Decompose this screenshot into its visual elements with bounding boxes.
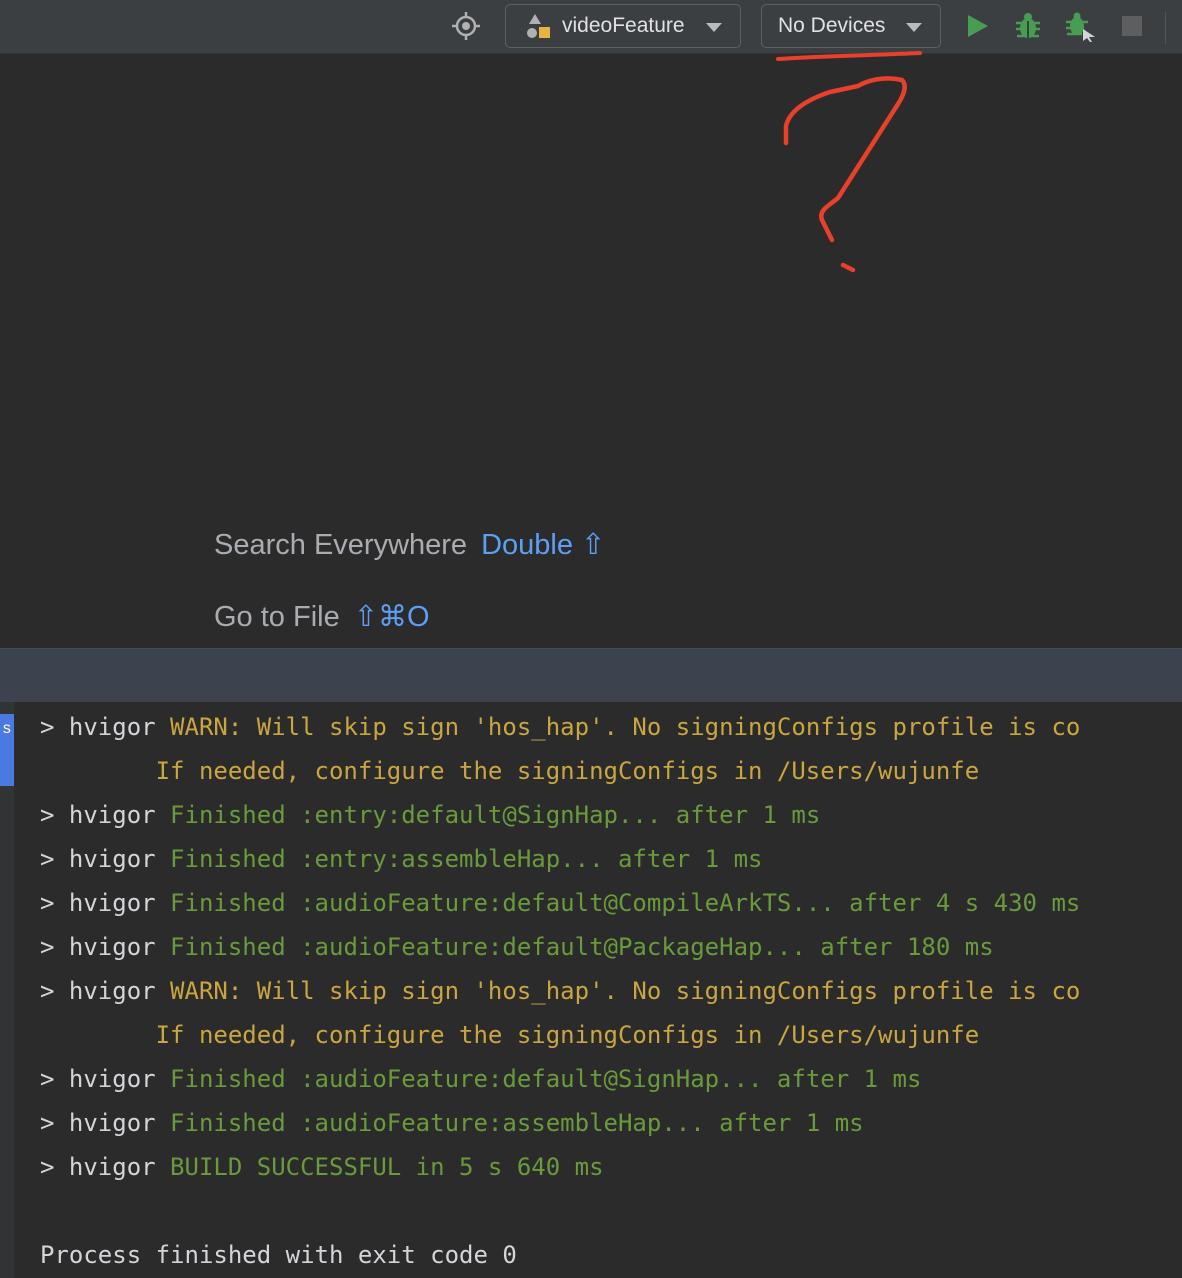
console-line: > hvigor Finished :audioFeature:default@… xyxy=(40,1057,1182,1101)
console-line-text: If needed, configure the signingConfigs … xyxy=(40,1021,980,1049)
console-line: Process finished with exit code 0 xyxy=(40,1233,1182,1277)
console-line: > hvigor Finished :audioFeature:assemble… xyxy=(40,1101,1182,1145)
console-line: > hvigor BUILD SUCCESSFUL in 5 s 640 ms xyxy=(40,1145,1182,1189)
hint-label: Search Everywhere xyxy=(214,529,468,561)
console-line-prefix: > hvigor xyxy=(40,845,171,873)
console-line-prefix: > hvigor xyxy=(40,801,171,829)
run-gutter: s xyxy=(0,702,14,1278)
debug-icon[interactable] xyxy=(1012,10,1044,42)
console-line-text: Finished :audioFeature:default@CompileAr… xyxy=(170,889,1081,917)
console-line-text: Finished :audioFeature:assembleHap... af… xyxy=(170,1109,864,1137)
run-tool-window-header xyxy=(0,648,1182,702)
console-line-text: WARN: Will skip sign 'hos_hap'. No signi… xyxy=(170,977,1081,1005)
console-line-text: If needed, configure the signingConfigs … xyxy=(40,757,980,785)
module-selector-label: videoFeature xyxy=(562,14,685,37)
toolbar-divider xyxy=(1165,12,1166,44)
console-output[interactable]: > hvigor WARN: Will skip sign 'hos_hap'.… xyxy=(40,705,1182,1277)
console-line: > hvigor Finished :audioFeature:default@… xyxy=(40,925,1182,969)
attach-debugger-icon[interactable] xyxy=(1064,10,1096,42)
console-line-prefix: > hvigor xyxy=(40,933,171,961)
module-icon xyxy=(527,14,550,38)
console-line: If needed, configure the signingConfigs … xyxy=(40,749,1182,793)
console-line: > hvigor Finished :entry:default@SignHap… xyxy=(40,793,1182,837)
console-line-text: Finished :entry:default@SignHap... after… xyxy=(170,801,821,829)
console-line: > hvigor WARN: Will skip sign 'hos_hap'.… xyxy=(40,705,1182,749)
console-line-prefix: > hvigor xyxy=(40,889,171,917)
console-line-text: Finished :entry:assembleHap... after 1 m… xyxy=(170,845,763,873)
locate-icon[interactable] xyxy=(450,10,482,42)
editor-empty-area: Search Everywhere Double ⇧ Go to File ⇧⌘O xyxy=(0,54,1182,648)
run-console-panel: s > hvigor WARN: Will skip sign 'hos_hap… xyxy=(0,702,1182,1278)
console-line-prefix: > hvigor xyxy=(40,977,171,1005)
stop-icon[interactable] xyxy=(1116,10,1148,42)
run-icon[interactable] xyxy=(961,10,993,42)
hint-label: Go to File xyxy=(214,601,340,633)
hint-shortcut: Double ⇧ xyxy=(481,529,606,561)
console-line-text: Process finished with exit code 0 xyxy=(40,1241,517,1269)
main-toolbar: videoFeature No Devices xyxy=(0,0,1182,54)
console-line-text: Finished :audioFeature:default@PackageHa… xyxy=(170,933,994,961)
chevron-down-icon xyxy=(906,23,922,32)
search-everywhere-hint[interactable]: Search Everywhere Double ⇧ xyxy=(214,527,605,562)
console-line: > hvigor WARN: Will skip sign 'hos_hap'.… xyxy=(40,969,1182,1013)
run-tab-label: s xyxy=(2,720,12,738)
console-line: If needed, configure the signingConfigs … xyxy=(40,1013,1182,1057)
console-line: > hvigor Finished :audioFeature:default@… xyxy=(40,881,1182,925)
console-line-prefix: > hvigor xyxy=(40,1109,171,1137)
run-tab[interactable]: s xyxy=(0,714,14,786)
console-line-text: Finished :audioFeature:default@SignHap..… xyxy=(170,1065,922,1093)
console-line-prefix: > hvigor xyxy=(40,1065,171,1093)
console-line-text: WARN: Will skip sign 'hos_hap'. No signi… xyxy=(170,713,1081,741)
hint-shortcut: ⇧⌘O xyxy=(353,601,430,633)
device-selector[interactable]: No Devices xyxy=(761,4,941,48)
console-line-prefix: > hvigor xyxy=(40,1153,171,1181)
console-line-text: BUILD SUCCESSFUL in 5 s 640 ms xyxy=(170,1153,604,1181)
console-line-prefix: > hvigor xyxy=(40,713,171,741)
console-line: > hvigor Finished :entry:assembleHap... … xyxy=(40,837,1182,881)
device-selector-label: No Devices xyxy=(778,14,886,37)
module-selector[interactable]: videoFeature xyxy=(505,4,741,48)
go-to-file-hint[interactable]: Go to File ⇧⌘O xyxy=(214,599,430,634)
chevron-down-icon xyxy=(706,23,722,32)
